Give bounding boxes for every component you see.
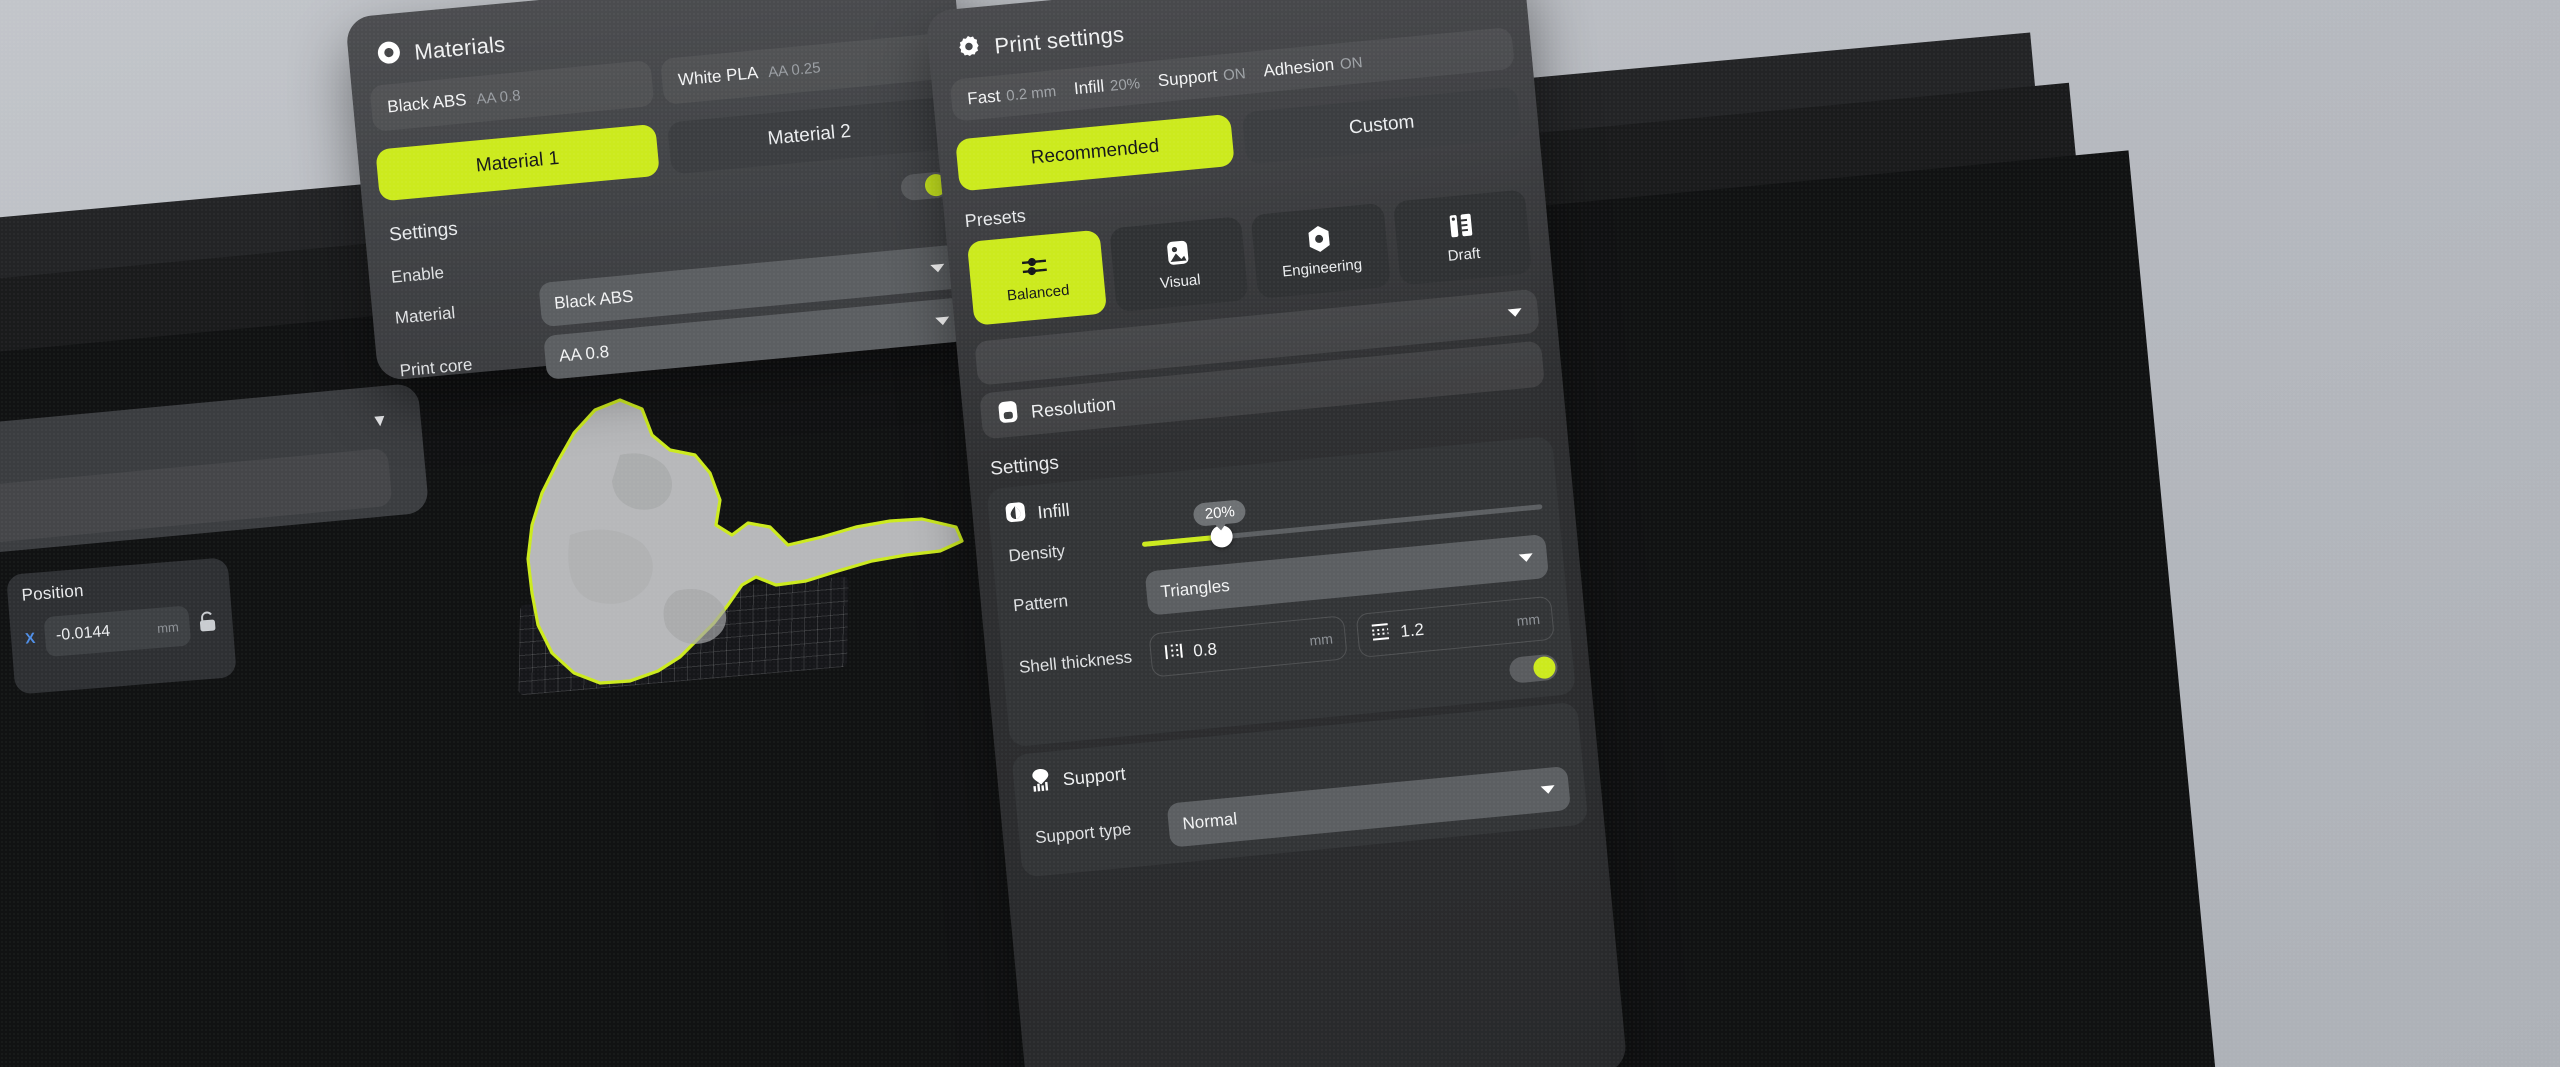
shell-thickness-label: Shell thickness <box>1018 647 1133 678</box>
toggle-knob <box>1532 655 1557 680</box>
preset-engineering[interactable]: Engineering <box>1250 202 1391 299</box>
label-material: Material <box>394 303 457 328</box>
top-bottom-icon <box>1369 621 1391 648</box>
preset-balanced[interactable]: Balanced <box>966 229 1107 326</box>
infill-toggle[interactable] <box>1508 653 1559 684</box>
pattern-select-value: Triangles <box>1159 575 1231 602</box>
ruler-icon <box>1447 210 1476 240</box>
summary-infill-value: 20% <box>1109 75 1141 95</box>
model-mesh[interactable] <box>470 395 990 695</box>
print-settings-title: Print settings <box>993 21 1126 59</box>
summary-support: Support ON <box>1157 63 1247 91</box>
print-settings-panel[interactable]: Print settings Fast 0.2 mm Infill 20% Su… <box>925 0 1628 1067</box>
material-chip-2-name: White PLA <box>677 63 759 90</box>
top-bottom-thickness-unit: mm <box>1515 610 1541 629</box>
support-icon <box>1029 766 1054 799</box>
preset-visual-label: Visual <box>1159 270 1202 292</box>
nut-icon <box>1305 224 1334 254</box>
caret-down-icon <box>930 263 945 273</box>
density-value-tooltip: 20% <box>1192 498 1247 527</box>
resolution-title: Resolution <box>1030 393 1117 422</box>
infill-title: Infill <box>1036 499 1071 523</box>
label-enable: Enable <box>390 262 445 287</box>
material-chip-1-name: Black ABS <box>386 90 468 117</box>
caret-down-icon <box>935 316 950 326</box>
wall-lines-icon <box>1162 640 1184 667</box>
summary-speed: Fast 0.2 mm <box>966 81 1057 109</box>
preset-balanced-label: Balanced <box>1006 281 1071 305</box>
summary-infill-key: Infill <box>1073 76 1105 99</box>
support-title: Support <box>1061 763 1127 790</box>
image-icon <box>1164 238 1190 267</box>
summary-adhesion-key: Adhesion <box>1262 54 1335 81</box>
layer-icon <box>996 398 1021 429</box>
viewport-scene: Y X ▾ Position X -0.0144 mm <box>0 0 2560 1067</box>
summary-support-key: Support <box>1156 65 1219 91</box>
infill-drop-icon <box>1003 500 1028 531</box>
chevron-down-icon[interactable]: ▾ <box>374 409 386 432</box>
wall-thickness-unit: mm <box>1308 630 1334 649</box>
summary-infill: Infill 20% <box>1073 73 1141 99</box>
preset-visual[interactable]: Visual <box>1108 216 1249 313</box>
gear-icon <box>955 33 983 65</box>
infill-card: Infill Density 20% Pattern Triangles She… <box>986 435 1577 748</box>
position-axis-label: X <box>24 629 36 648</box>
position-x-value: -0.0144 <box>55 622 111 645</box>
preset-engineering-label: Engineering <box>1281 256 1363 281</box>
summary-speed-key: Fast <box>966 86 1002 109</box>
position-widget-title: Position <box>20 580 85 605</box>
caret-down-icon <box>1540 785 1556 795</box>
top-bottom-thickness-value: 1.2 <box>1399 619 1425 641</box>
label-print-core: Print core <box>398 354 474 381</box>
wall-thickness-value: 0.8 <box>1192 639 1218 661</box>
pattern-label: Pattern <box>1012 591 1069 616</box>
material-select-value: Black ABS <box>553 286 635 313</box>
summary-support-value: ON <box>1222 65 1247 85</box>
caret-down-icon <box>1507 308 1523 318</box>
material-chip-2-core: AA 0.25 <box>767 58 822 81</box>
lock-icon[interactable] <box>198 610 220 639</box>
caret-down-icon <box>1518 553 1534 563</box>
materials-panel[interactable]: Materials Black ABS AA 0.8 White PLA AA … <box>345 0 987 382</box>
position-widget[interactable]: Position X -0.0144 mm <box>6 557 237 695</box>
position-x-unit: mm <box>156 618 180 636</box>
support-type-select-value: Normal <box>1181 809 1238 834</box>
position-x-row: X -0.0144 mm <box>24 603 221 658</box>
wall-thickness-input[interactable]: 0.8 mm <box>1148 615 1348 678</box>
support-type-label: Support type <box>1034 819 1133 848</box>
summary-adhesion: Adhesion ON <box>1263 52 1364 81</box>
summary-speed-value: 0.2 mm <box>1005 83 1057 105</box>
density-label: Density <box>1007 541 1066 566</box>
top-bottom-thickness-input[interactable]: 1.2 mm <box>1355 595 1555 658</box>
preset-draft[interactable]: Draft <box>1392 189 1533 286</box>
materials-panel-title: Materials <box>413 31 507 65</box>
material-spool-icon <box>375 39 403 71</box>
summary-adhesion-value: ON <box>1339 54 1364 74</box>
preset-draft-label: Draft <box>1447 244 1481 265</box>
print-core-select-value: AA 0.8 <box>558 342 610 366</box>
sliders-icon <box>1020 252 1052 279</box>
position-x-input[interactable]: -0.0144 mm <box>43 605 192 657</box>
material-chip-1-core: AA 0.8 <box>475 86 522 108</box>
